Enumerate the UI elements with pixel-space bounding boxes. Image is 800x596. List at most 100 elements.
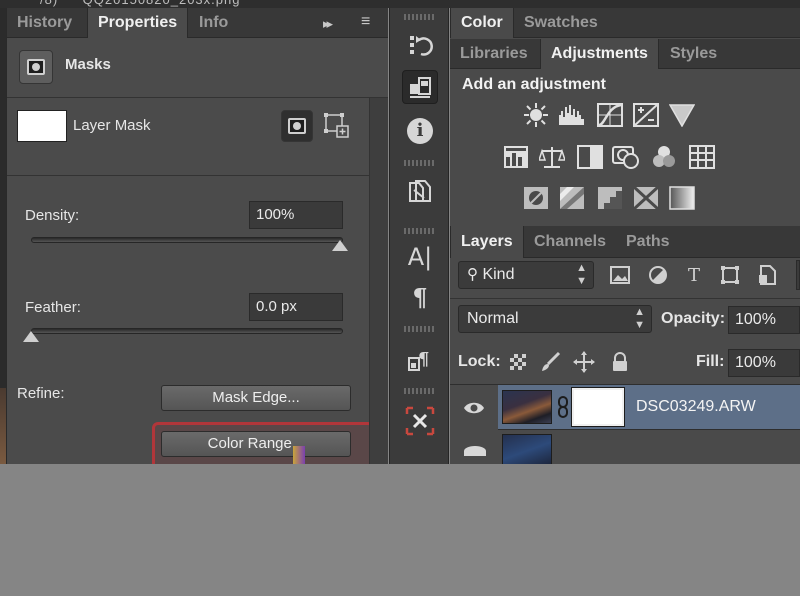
chain-link-icon[interactable]: [558, 396, 568, 418]
layer-thumbnail[interactable]: [502, 434, 552, 464]
mask-thumbnail: [17, 110, 67, 142]
tab-adjustments[interactable]: Adjustments: [540, 39, 659, 69]
layer-mask-icon: [19, 50, 53, 84]
section-title: Masks: [65, 56, 111, 73]
opacity-label: Opacity:: [661, 310, 726, 327]
panel-toolstrip: i A| ¶ ¶: [389, 8, 449, 464]
character-icon[interactable]: A|: [402, 240, 438, 274]
empty-area: [0, 464, 800, 596]
tab-libraries[interactable]: Libraries: [450, 39, 538, 69]
adjustment-filter-icon[interactable]: [646, 263, 670, 287]
tab-color[interactable]: Color: [450, 8, 514, 38]
masks-header: Masks: [7, 38, 388, 98]
photo-filter-icon[interactable]: [612, 144, 640, 170]
document-tab-ghost: /8) * QQ20150820_203x.png: [40, 0, 240, 7]
shape-filter-icon[interactable]: [718, 263, 742, 287]
feather-field[interactable]: 0.0 px: [249, 293, 343, 321]
stepper-icon: ▲ ▼: [576, 262, 587, 287]
paragraph-icon[interactable]: ¶: [402, 280, 438, 314]
tab-properties[interactable]: Properties: [87, 8, 189, 38]
grip-handle[interactable]: [404, 228, 434, 234]
grip-handle[interactable]: [404, 326, 434, 332]
history-brush-icon[interactable]: [402, 28, 438, 62]
filter-toggle[interactable]: [796, 260, 800, 290]
density-slider-thumb[interactable]: [332, 240, 348, 251]
properties-icon[interactable]: [402, 70, 438, 104]
paragraph-styles-icon[interactable]: ¶: [402, 342, 438, 376]
density-field[interactable]: 100%: [249, 201, 343, 229]
adjustments-tabbar: Libraries Adjustments Styles: [450, 39, 800, 69]
clone-source-icon[interactable]: [402, 174, 438, 208]
smart-object-filter-icon[interactable]: [756, 263, 780, 287]
vector-mask-icon: [324, 113, 349, 138]
tab-layers[interactable]: Layers: [450, 226, 524, 258]
layer-visibility-column: [450, 430, 498, 464]
layer-name[interactable]: DSC03249.ARW: [636, 398, 756, 416]
blend-mode-select[interactable]: Normal ▲ ▼: [458, 305, 652, 333]
tab-channels[interactable]: Channels: [524, 226, 616, 258]
properties-panel: History Properties Info ▸▸ ≡ Masks Layer…: [6, 8, 388, 464]
pixel-filter-icon[interactable]: [608, 263, 632, 287]
panel-menu-icon[interactable]: ≡: [361, 13, 370, 31]
brightness-contrast-icon[interactable]: [522, 102, 550, 128]
tab-swatches[interactable]: Swatches: [514, 8, 608, 38]
invert-icon[interactable]: [522, 185, 550, 211]
refine-label: Refine:: [17, 385, 65, 402]
feather-slider[interactable]: [31, 328, 343, 334]
info-icon[interactable]: i: [402, 114, 438, 148]
tab-history[interactable]: History: [7, 8, 82, 38]
threshold-icon[interactable]: [596, 185, 624, 211]
color-lookup-icon[interactable]: [688, 144, 716, 170]
add-vector-mask-button[interactable]: [323, 112, 349, 138]
svg-text:¶: ¶: [418, 349, 429, 370]
posterize-icon[interactable]: [558, 185, 586, 211]
density-slider[interactable]: [31, 237, 343, 243]
grip-handle[interactable]: [404, 160, 434, 166]
feather-slider-thumb[interactable]: [23, 331, 39, 342]
opacity-field[interactable]: 100%: [728, 306, 800, 334]
lock-all-icon[interactable]: [608, 350, 632, 374]
color-tabbar: Color Swatches: [450, 8, 800, 38]
grip-handle[interactable]: [404, 388, 434, 394]
layer-visibility-toggle[interactable]: [450, 385, 498, 431]
tab-paths[interactable]: Paths: [616, 226, 680, 258]
properties-tabbar: History Properties Info ▸▸ ≡: [7, 8, 388, 38]
adjustments-title: Add an adjustment: [462, 76, 607, 93]
grip-handle[interactable]: [404, 14, 434, 20]
eye-icon: [464, 402, 484, 414]
select-pixel-mask-button[interactable]: [281, 110, 313, 142]
lock-position-icon[interactable]: [572, 350, 596, 374]
color-range-button[interactable]: Color Range...: [161, 431, 351, 457]
properties-scrollbar[interactable]: [369, 98, 388, 464]
layer-mask-thumbnail[interactable]: [571, 387, 625, 427]
layer-row[interactable]: DSC03249.ARW: [498, 384, 800, 430]
gradient-map-icon[interactable]: [668, 185, 696, 211]
hue-saturation-icon[interactable]: [502, 144, 530, 170]
black-white-icon[interactable]: [576, 144, 604, 170]
type-filter-icon[interactable]: T: [682, 263, 706, 287]
lock-transparent-pixels-icon[interactable]: [506, 350, 530, 374]
layer-thumbnail[interactable]: [502, 390, 552, 424]
levels-icon[interactable]: [558, 102, 586, 128]
layer-visibility-column: [450, 384, 498, 430]
cursor-artifact: [293, 446, 305, 464]
eye-icon[interactable]: [464, 446, 486, 456]
selective-color-icon[interactable]: [632, 185, 660, 211]
channel-mixer-icon[interactable]: [650, 144, 678, 170]
density-label: Density:: [25, 207, 80, 224]
tab-info[interactable]: Info: [189, 8, 238, 38]
mask-type-row: Layer Mask: [7, 98, 388, 176]
collapse-panels-icon[interactable]: ▸▸: [323, 16, 333, 32]
fill-field[interactable]: 100%: [728, 349, 800, 377]
curves-icon[interactable]: [596, 102, 624, 128]
color-balance-icon[interactable]: [538, 144, 566, 170]
layer-row[interactable]: [498, 430, 800, 464]
filter-kind-value: Kind: [482, 266, 515, 283]
tab-styles[interactable]: Styles: [660, 39, 727, 69]
vibrance-icon[interactable]: [668, 102, 696, 128]
mask-edge-button[interactable]: Mask Edge...: [161, 385, 351, 411]
layer-filter-select[interactable]: ⚲ Kind ▲ ▼: [458, 261, 594, 289]
exposure-icon[interactable]: [632, 102, 660, 128]
tool-presets-icon[interactable]: [402, 404, 438, 438]
lock-image-pixels-icon[interactable]: [538, 350, 562, 374]
